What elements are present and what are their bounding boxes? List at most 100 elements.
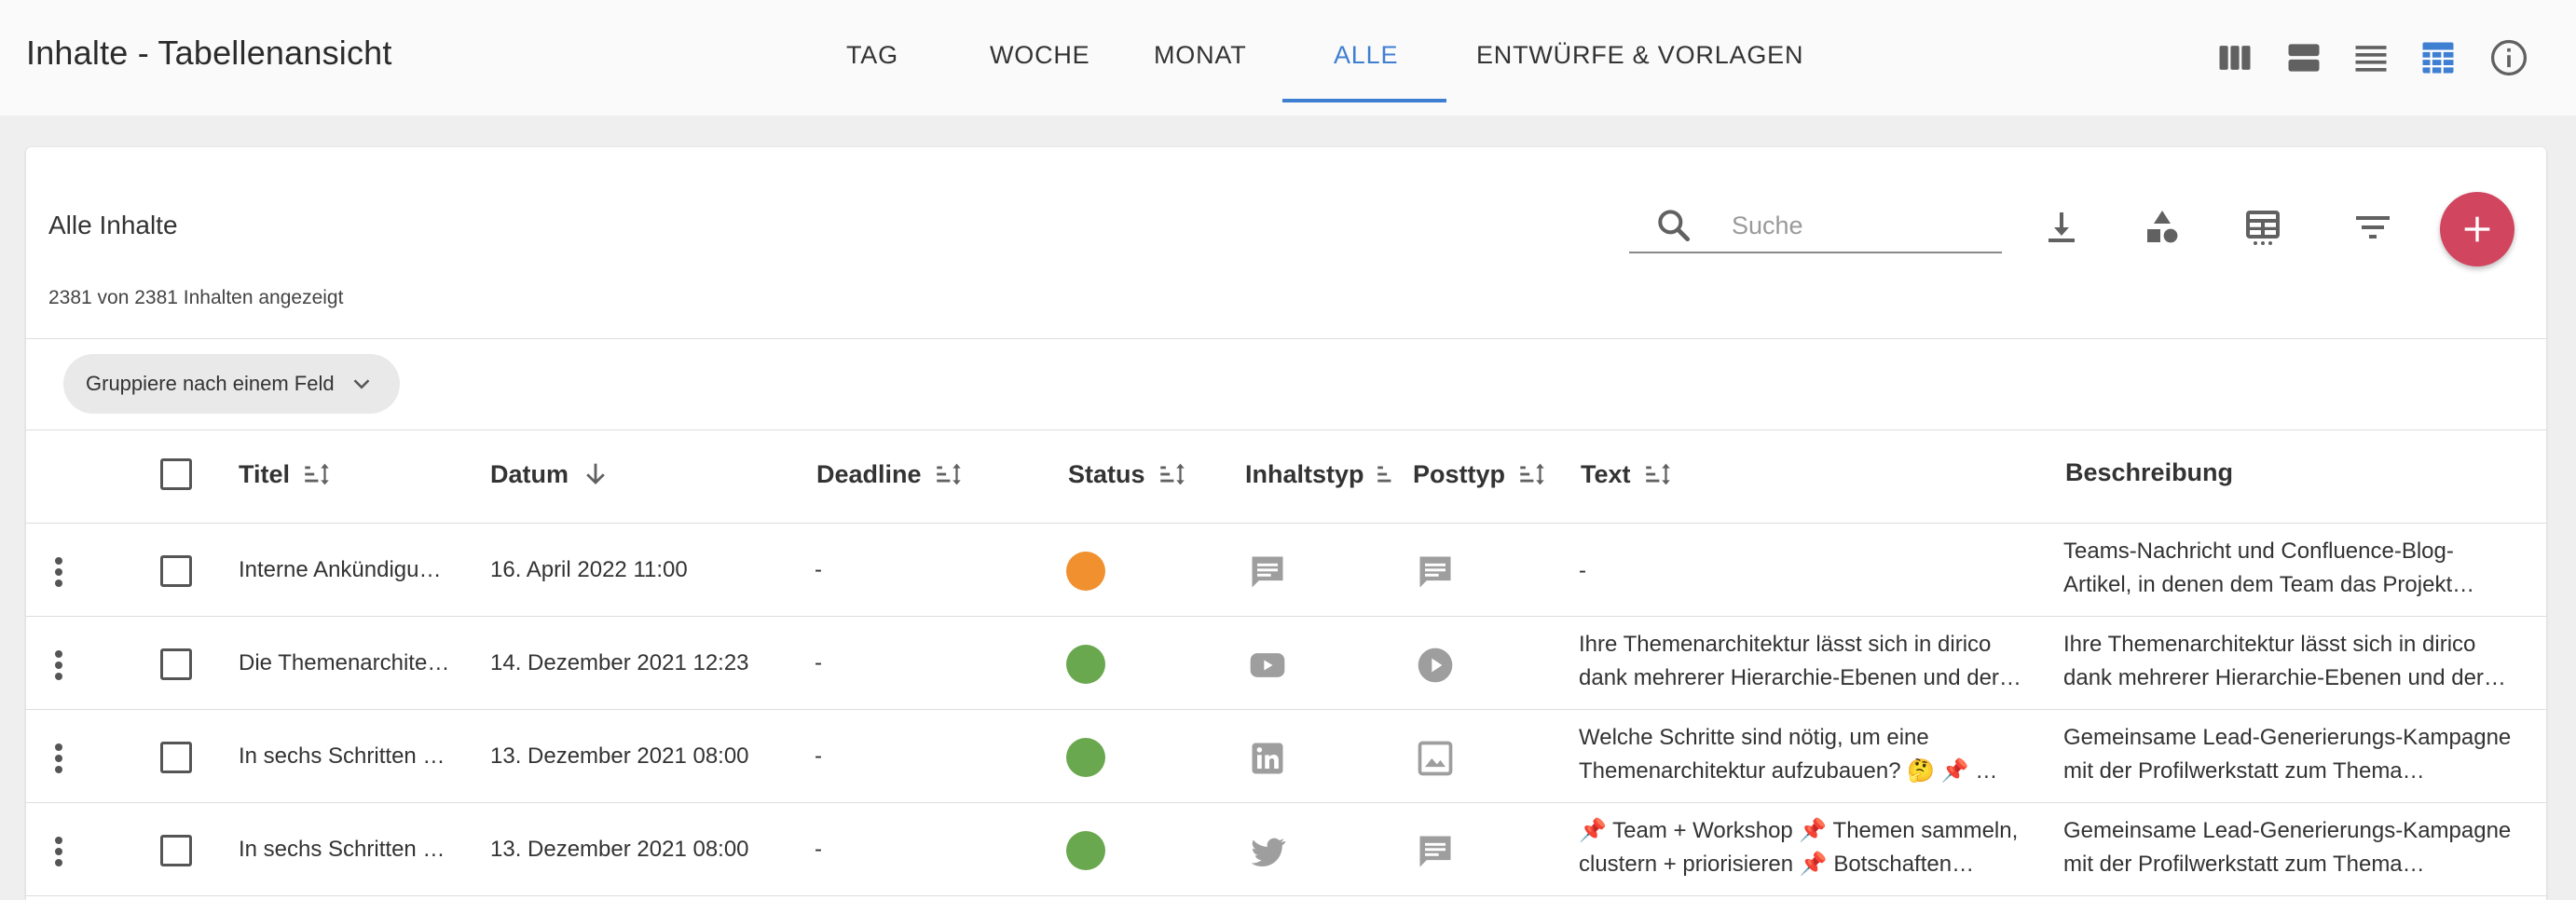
cell-titel[interactable]: In sechs Schritten … <box>239 743 472 770</box>
category-icon[interactable] <box>2140 205 2185 250</box>
play-circle-icon <box>1415 645 1456 686</box>
divider <box>26 895 2546 896</box>
sort-icon <box>1159 463 1185 485</box>
row-checkbox[interactable] <box>160 742 192 773</box>
content-card: Alle Inhalte 2381 von 2381 Inhalten ange… <box>26 147 2546 900</box>
table-columns-icon[interactable] <box>2240 205 2285 250</box>
table-row[interactable]: In sechs Schritten … 13. Dezember 2021 0… <box>26 802 2546 895</box>
download-icon[interactable] <box>2039 205 2084 250</box>
status-indicator <box>1066 831 1105 870</box>
search-input[interactable] <box>1732 207 1993 244</box>
sort-icon <box>936 463 961 485</box>
description-line: dank mehrerer Hierarchie-Ebenen und der… <box>2063 665 2506 690</box>
tab-monat[interactable]: MONAT <box>1154 41 1247 70</box>
select-all-checkbox[interactable] <box>160 458 192 490</box>
column-label: Text <box>1581 459 1631 488</box>
cell-datum: 13. Dezember 2021 08:00 <box>490 837 749 862</box>
content-count: 2381 von 2381 Inhalten angezeigt <box>48 287 344 308</box>
column-header-beschreibung[interactable]: Beschreibung <box>2065 458 2233 487</box>
cell-text: - <box>1579 538 2035 588</box>
description-line: Artikel, in denen dem Team das Projekt… <box>2063 572 2475 597</box>
cell-beschreibung: Ihre Themenarchitektur lässt sich in dir… <box>2063 628 2520 695</box>
column-header-titel[interactable]: Titel <box>239 458 333 490</box>
row-checkbox[interactable] <box>160 835 192 866</box>
add-content-button[interactable] <box>2440 192 2514 266</box>
active-tab-indicator <box>1282 99 1446 102</box>
more-vert-icon[interactable] <box>52 835 65 868</box>
view-table-icon[interactable] <box>2418 37 2459 78</box>
text-line: 📌 Team + Workshop 📌 Themen sammeln, <box>1579 818 2019 843</box>
youtube-icon <box>1247 645 1288 686</box>
tab-entwuerfe-vorlagen[interactable]: ENTWÜRFE & VORLAGEN <box>1476 41 1803 70</box>
column-label: Status <box>1068 459 1145 488</box>
group-by-chip[interactable]: Gruppiere nach einem Feld <box>63 354 400 414</box>
cell-beschreibung: Gemeinsame Lead-Generierungs-Kampagne mit… <box>2063 721 2520 788</box>
text-line: Themenarchitektur aufzubauen? 🤔 📌 … <box>1579 758 1998 784</box>
group-by-label: Gruppiere nach einem Feld <box>86 372 335 395</box>
text-line: clustern + priorisieren 📌 Botschaften… <box>1579 852 1975 877</box>
tab-tag[interactable]: TAG <box>846 41 898 70</box>
description-line: mit der Profilwerkstatt zum Thema… <box>2063 758 2425 784</box>
more-vert-icon[interactable] <box>52 648 65 682</box>
text-line: - <box>1579 558 1586 583</box>
cell-titel[interactable]: Interne Ankündigu… <box>239 557 472 583</box>
top-bar: Inhalte - Tabellenansicht TAG WOCHE MONA… <box>0 0 2576 116</box>
tab-alle[interactable]: ALLE <box>1334 41 1398 70</box>
cell-text: 📌 Team + Workshop 📌 Themen sammeln, clust… <box>1579 814 2035 881</box>
arrow-down-icon <box>586 463 605 485</box>
image-icon <box>1415 738 1456 779</box>
cell-deadline: - <box>815 743 822 769</box>
table-row[interactable]: In sechs Schritten … 13. Dezember 2021 0… <box>26 709 2546 802</box>
cell-titel[interactable]: Die Themenarchite… <box>239 650 472 676</box>
column-header-text[interactable]: Text <box>1581 458 1674 490</box>
column-header-deadline[interactable]: Deadline <box>816 458 965 490</box>
message-icon <box>1247 552 1288 593</box>
linkedin-icon <box>1247 738 1288 779</box>
filter-icon[interactable] <box>2350 205 2395 250</box>
column-label: Beschreibung <box>2065 458 2234 486</box>
column-header-datum[interactable]: Datum <box>490 458 611 490</box>
column-header-inhaltstyp[interactable]: Inhaltstyp <box>1245 458 1413 490</box>
view-columns-icon[interactable] <box>2214 37 2255 78</box>
table-row[interactable]: Die Themenarchite… 14. Dezember 2021 12:… <box>26 616 2546 709</box>
description-line: Gemeinsame Lead-Generierungs-Kampagne <box>2063 818 2512 843</box>
description-line: mit der Profilwerkstatt zum Thema… <box>2063 852 2425 877</box>
tab-woche[interactable]: WOCHE <box>990 41 1090 70</box>
status-indicator <box>1066 738 1105 777</box>
divider <box>26 338 2546 339</box>
row-checkbox[interactable] <box>160 555 192 587</box>
cell-datum: 16. April 2022 11:00 <box>490 557 688 582</box>
page-title: Inhalte - Tabellenansicht <box>26 34 392 72</box>
add-icon <box>2464 216 2490 242</box>
message-icon <box>1415 831 1456 872</box>
description-line: Teams-Nachricht und Confluence-Blog- <box>2063 539 2454 564</box>
description-line: Gemeinsame Lead-Generierungs-Kampagne <box>2063 725 2512 750</box>
row-checkbox[interactable] <box>160 648 192 680</box>
search-field[interactable] <box>1629 199 2002 253</box>
status-indicator <box>1066 552 1105 591</box>
column-header-posttyp[interactable]: Posttyp <box>1413 458 1548 490</box>
cell-beschreibung: Gemeinsame Lead-Generierungs-Kampagne mit… <box>2063 814 2520 881</box>
more-vert-icon[interactable] <box>52 742 65 775</box>
cell-text: Ihre Themenarchitektur lässt sich in dir… <box>1579 628 2035 695</box>
column-header-status[interactable]: Status <box>1068 458 1188 490</box>
table-row[interactable]: Interne Ankündigu… 16. April 2022 11:00 … <box>26 523 2546 616</box>
text-line: Welche Schritte sind nötig, um eine <box>1579 725 1929 750</box>
column-label: Inhaltstyp <box>1245 459 1364 488</box>
sort-icon <box>1520 463 1544 485</box>
column-label: Datum <box>490 459 569 488</box>
message-icon <box>1415 552 1456 593</box>
cell-titel[interactable]: In sechs Schritten … <box>239 837 472 863</box>
chevron-down-icon <box>353 379 369 389</box>
view-list-icon[interactable] <box>2350 37 2391 78</box>
twitter-icon <box>1247 831 1288 872</box>
more-vert-icon[interactable] <box>52 555 65 589</box>
cell-text: Welche Schritte sind nötig, um eine Theme… <box>1579 721 2035 788</box>
cell-deadline: - <box>815 650 822 675</box>
cell-deadline: - <box>815 837 822 862</box>
sort-icon <box>1377 466 1391 483</box>
search-icon <box>1653 205 1694 246</box>
view-stream-icon[interactable] <box>2283 37 2324 78</box>
info-icon[interactable] <box>2488 37 2529 78</box>
status-indicator <box>1066 645 1105 684</box>
